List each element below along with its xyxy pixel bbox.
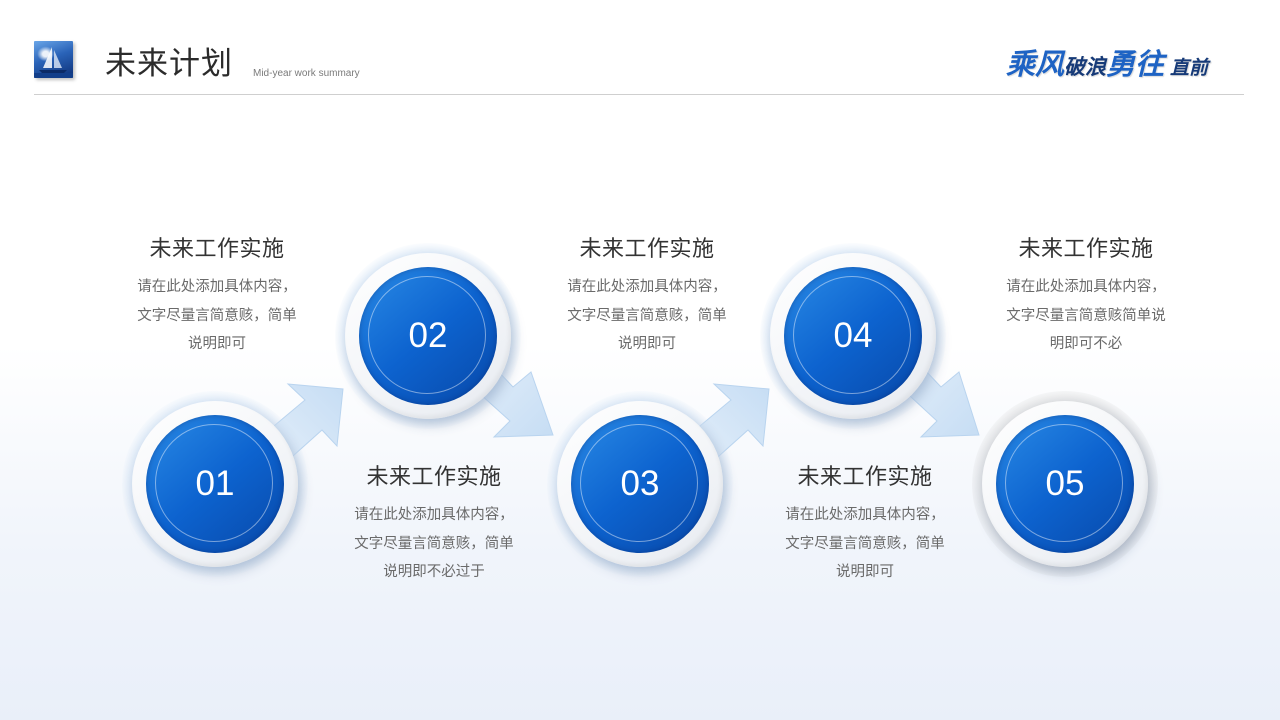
step-desc-line: 说明即可	[188, 336, 246, 352]
step-title: 未来工作实施	[366, 465, 502, 490]
step-desc-line: 请在此处添加具体内容，	[354, 507, 514, 523]
step-title: 未来工作实施	[797, 465, 933, 490]
step-circle-03: 03	[547, 391, 733, 577]
step-desc-line: 请在此处添加具体内容，	[137, 279, 297, 295]
step-desc-line: 文字尽量言简意赅，简单	[785, 535, 945, 552]
step-desc-line: 说明即可	[618, 336, 676, 352]
step-number: 01	[195, 464, 235, 503]
step-text-03: 未来工作实施 请在此处添加具体内容， 文字尽量言简意赅，简单 说明即可	[537, 235, 757, 359]
step-title: 未来工作实施	[149, 237, 285, 262]
step-text-04: 未来工作实施 请在此处添加具体内容， 文字尽量言简意赅，简单 说明即可	[755, 463, 975, 587]
step-title: 未来工作实施	[1018, 237, 1154, 262]
step-title: 未来工作实施	[579, 237, 715, 262]
step-circle-02: 02	[335, 243, 521, 429]
step-description: 请在此处添加具体内容， 文字尽量言简意赅简单说 明即可不必	[976, 273, 1196, 359]
step-description: 请在此处添加具体内容， 文字尽量言简意赅，简单 说明即可	[755, 501, 975, 587]
step-number: 05	[1045, 464, 1085, 503]
step-desc-line: 请在此处添加具体内容，	[567, 279, 727, 295]
step-desc-line: 请在此处添加具体内容，	[1006, 279, 1166, 295]
step-desc-line: 文字尽量言简意赅，简单	[567, 307, 727, 324]
step-circle-01: 01	[122, 391, 308, 577]
step-number: 03	[620, 464, 660, 503]
step-text-01: 未来工作实施 请在此处添加具体内容， 文字尽量言简意赅，简单 说明即可	[107, 235, 327, 359]
step-desc-line: 文字尽量言简意赅简单说	[1006, 307, 1166, 324]
step-circle-04: 04	[760, 243, 946, 429]
step-desc-line: 文字尽量言简意赅，简单	[354, 535, 514, 552]
step-description: 请在此处添加具体内容， 文字尽量言简意赅，简单 说明即不必过于	[324, 501, 544, 587]
step-desc-line: 文字尽量言简意赅，简单	[137, 307, 297, 324]
step-text-02: 未来工作实施 请在此处添加具体内容， 文字尽量言简意赅，简单 说明即不必过于	[324, 463, 544, 587]
step-circle-05: 05	[972, 391, 1158, 577]
step-desc-line: 说明即不必过于	[383, 564, 485, 580]
step-desc-line: 明即可不必	[1049, 336, 1123, 352]
step-description: 请在此处添加具体内容， 文字尽量言简意赅，简单 说明即可	[107, 273, 327, 359]
step-description: 请在此处添加具体内容， 文字尽量言简意赅，简单 说明即可	[537, 273, 757, 359]
step-number: 04	[833, 316, 873, 355]
step-desc-line: 说明即可	[836, 564, 894, 580]
step-text-05: 未来工作实施 请在此处添加具体内容， 文字尽量言简意赅简单说 明即可不必	[976, 235, 1196, 359]
step-number: 02	[408, 316, 448, 355]
step-desc-line: 请在此处添加具体内容，	[785, 507, 945, 523]
connector-arrows	[261, 351, 980, 465]
